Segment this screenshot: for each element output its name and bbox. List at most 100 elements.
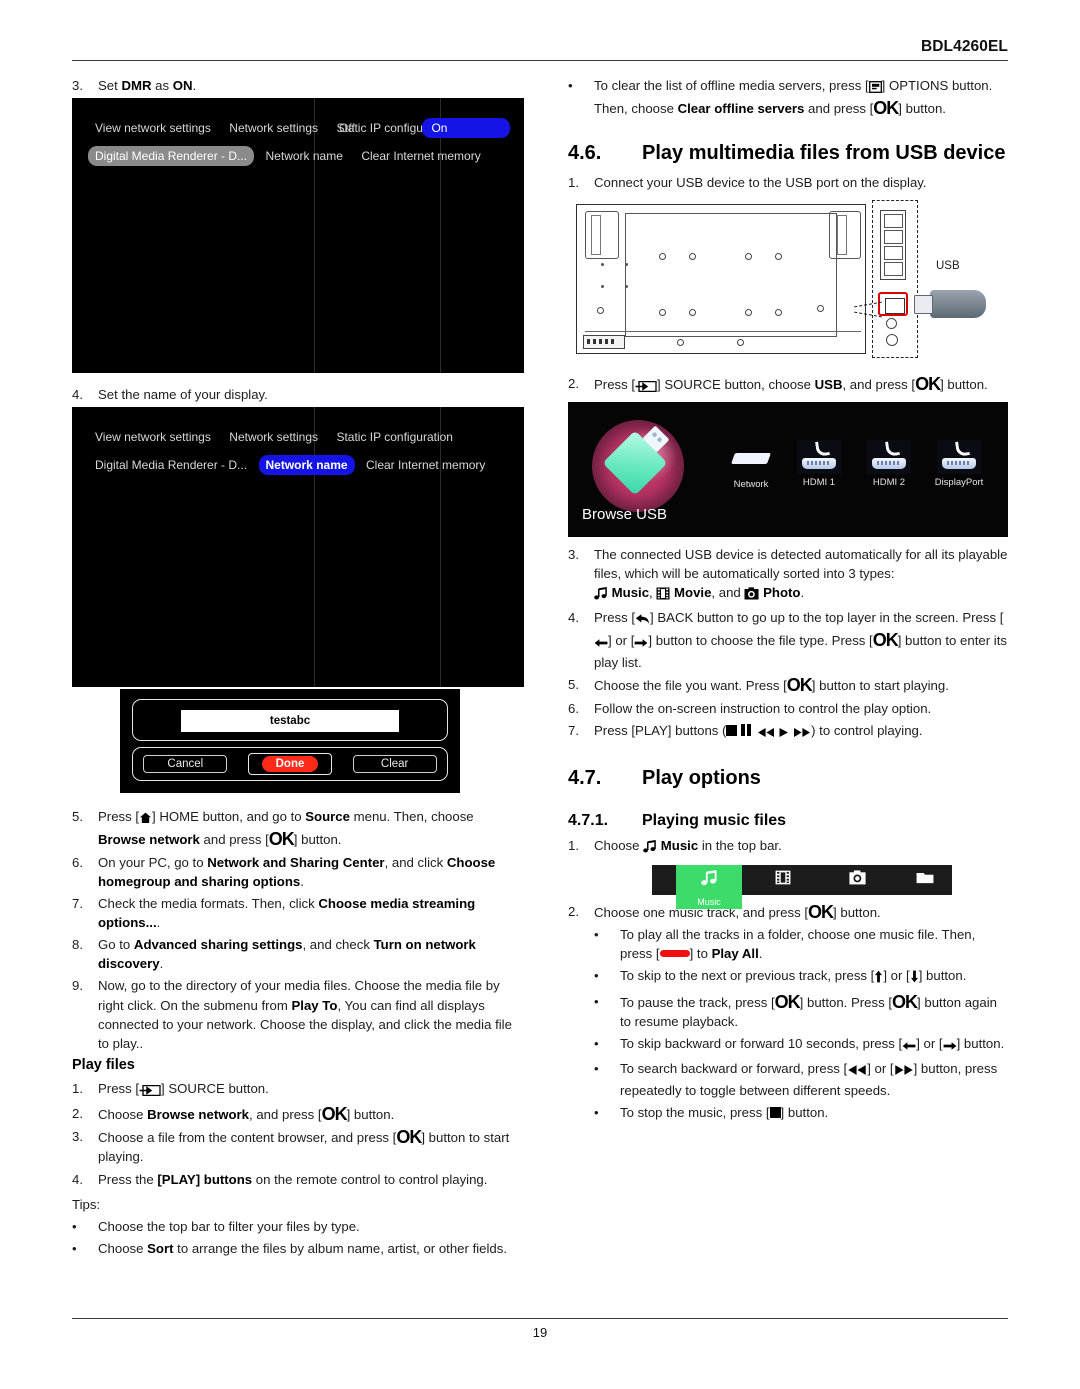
rewind-icon-2 — [847, 1062, 867, 1081]
ok-key-glyph-2: OK — [321, 1104, 348, 1125]
sort-term: Sort — [147, 1240, 174, 1256]
rewind-icon — [757, 724, 775, 743]
osd1-item-4[interactable]: Network name — [259, 146, 350, 166]
top-bar-tab-music[interactable]: Music — [676, 864, 742, 909]
cancel-button[interactable]: Cancel — [143, 755, 228, 774]
step-5-number: 5. — [72, 809, 83, 825]
playfiles-step-1: 1. Press [] SOURCE button. — [72, 1079, 524, 1101]
red-key-icon — [659, 950, 690, 958]
displayport-icon — [937, 439, 981, 474]
usb-step-4-text: Press [] BACK button to go up to the top… — [594, 609, 1007, 671]
music-bullet-4-text: To skip backward or forward 10 seconds, … — [620, 1034, 1008, 1056]
osd1-item-5[interactable]: Clear Internet memory — [354, 146, 487, 166]
music-bullet-play-all: • To play all the tracks in a folder, ch… — [594, 925, 1008, 963]
music-bullet-skip-10s: • To skip backward or forward 10 seconds… — [594, 1034, 1008, 1056]
usb-term: USB — [814, 377, 843, 393]
step-6-number: 6. — [72, 854, 83, 870]
music-term-2: Music — [660, 837, 699, 853]
done-button-label: Done — [261, 756, 319, 773]
tip-2-text: Choose Sort to arrange the files by albu… — [98, 1240, 508, 1256]
music-bullet-stop: • To stop the music, press [] button. — [594, 1103, 1008, 1122]
down-arrow-icon — [910, 969, 919, 988]
usb-step-7: 7. Press [PLAY] buttons ( ) to control p… — [568, 721, 1008, 743]
music-icon — [700, 870, 718, 891]
step-5-text: Press [] HOME button, and go to Source m… — [98, 809, 474, 850]
tip-2-bullet: • — [72, 1240, 77, 1256]
osd2-item-3[interactable]: Digital Media Renderer - D... — [88, 455, 254, 475]
clear-button[interactable]: Clear — [352, 755, 437, 774]
usb-step-2: 2. Press [] SOURCE button, choose USB, a… — [568, 374, 1008, 397]
display-rear-outline — [576, 204, 866, 355]
osd1-item-0[interactable]: View network settings — [88, 118, 218, 138]
music-step-2-number: 2. — [568, 903, 579, 919]
source-icon — [139, 1082, 161, 1101]
music-term: Music — [611, 584, 650, 600]
top-bar-tab-photo[interactable] — [824, 865, 890, 895]
music-bullet-5-text: To search backward or forward, press [] … — [620, 1060, 998, 1099]
osd2-item-4-selected[interactable]: Network name — [258, 455, 355, 476]
playfiles-step-4: 4. Press the [PLAY] buttons on the remot… — [72, 1170, 524, 1189]
playfiles-step-1-number: 1. — [72, 1080, 83, 1096]
play-files-heading: Play files — [72, 1056, 135, 1073]
top-bar-tab-folder[interactable] — [892, 865, 958, 895]
header-rule — [72, 60, 1008, 61]
browse-usb-icon[interactable] — [592, 419, 684, 512]
step-6: 6. On your PC, go to Network and Sharing… — [72, 853, 524, 891]
usb-step-4-number: 4. — [568, 609, 579, 625]
usb-step-7-text: Press [PLAY] buttons ( ) to control play… — [594, 721, 1008, 743]
top-bar-tab-movie[interactable] — [750, 865, 816, 895]
right-arrow-icon — [634, 634, 648, 653]
osd2-menu-list: View network settings Network settings S… — [88, 427, 524, 483]
usb-step-2-number: 2. — [568, 376, 579, 392]
osd1-option-off[interactable]: Off — [330, 118, 418, 138]
usb-step-6: 6. Follow the on-screen instruction to c… — [568, 699, 1008, 718]
osd2-item-1[interactable]: Network settings — [222, 427, 325, 447]
movie-film-icon — [656, 586, 670, 605]
name-entry-field-frame: testabc — [132, 699, 448, 742]
step-5: 5. Press [] HOME button, and go to Sourc… — [72, 807, 524, 849]
usb-step-3-number: 3. — [568, 546, 579, 562]
left-arrow-icon-2 — [902, 1037, 916, 1056]
io-terminal-block — [880, 210, 906, 281]
usb-step-5: 5. Choose the file you want. Press [OK] … — [568, 675, 1008, 695]
osd2-item-2[interactable]: Static IP configuration — [329, 427, 460, 447]
section-4-7-number: 4.7. — [568, 766, 602, 789]
bullet-clear-offline: • To clear the list of offline media ser… — [568, 76, 1008, 118]
step-6-text: On your PC, go to Network and Sharing Ce… — [98, 854, 496, 889]
name-entry-dialog: testabc Cancel Done Clear — [120, 689, 460, 794]
usb-step-3: 3. The connected USB device is detected … — [568, 545, 1008, 605]
music-bullet-3-marker: • — [594, 993, 599, 1009]
usb-port-highlight — [878, 292, 908, 317]
photo-term: Photo — [763, 584, 801, 600]
playfiles-step-2-text: Choose Browse network, and press [OK] bu… — [98, 1104, 395, 1125]
play-all-term: Play All — [711, 946, 759, 962]
tip-1-text: Choose the top bar to filter your files … — [98, 1218, 360, 1234]
usb-step-6-number: 6. — [568, 700, 579, 716]
usb-port-label: USB — [936, 260, 960, 273]
photo-icon — [848, 870, 867, 890]
music-control-bullets: • To play all the tracks in a folder, ch… — [594, 925, 1008, 1122]
music-bullet-1-marker: • — [594, 927, 599, 943]
section-4-7-1-number: 4.7.1. — [568, 811, 609, 829]
osd2-item-5[interactable]: Clear Internet memory — [359, 455, 492, 475]
osd1-option-on-selected[interactable]: On — [422, 118, 511, 139]
done-button[interactable]: Done — [247, 753, 332, 776]
osd-screenshot-dmr: View network settings Network settings S… — [72, 98, 524, 374]
name-entry-buttons: Cancel Done Clear — [132, 747, 448, 782]
network-name-input[interactable]: testabc — [181, 710, 399, 733]
play-buttons-term: [PLAY] buttons — [157, 1171, 253, 1187]
osd1-item-3-selected[interactable]: Digital Media Renderer - D... — [88, 146, 255, 167]
playfiles-step-1-text: Press [] SOURCE button. — [98, 1079, 524, 1101]
clear-offline-servers-term: Clear offline servers — [677, 101, 805, 117]
step-4-number: 4. — [72, 387, 83, 403]
osd2-item-0[interactable]: View network settings — [88, 427, 218, 447]
source-item-displayport[interactable]: DisplayPort — [916, 439, 1002, 488]
osd1-item-1[interactable]: Network settings — [222, 118, 325, 138]
music-step-1: 1. Choose Music in the top bar. — [568, 836, 1008, 858]
step-7-text: Check the media formats. Then, click Cho… — [98, 895, 476, 930]
home-icon — [139, 810, 152, 829]
ok-key-glyph-r1: OK — [873, 98, 899, 119]
tip-2: • Choose Sort to arrange the files by al… — [72, 1239, 524, 1258]
step-3-number: 3. — [72, 78, 83, 93]
top-bar-tab-music-label: Music — [697, 896, 721, 907]
